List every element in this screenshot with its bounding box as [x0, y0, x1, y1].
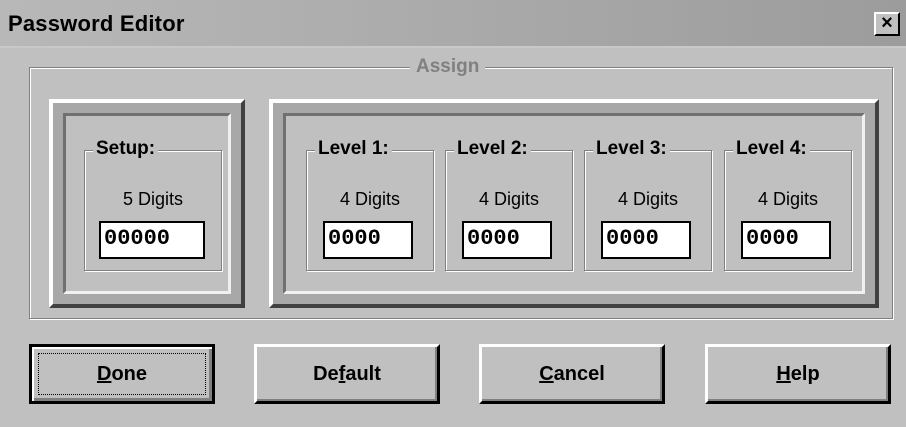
assign-group-label: Assign: [410, 56, 486, 78]
setup-frame: Setup: 5 Digits 00000: [49, 99, 245, 308]
level-4-group: Level 4: 4 Digits 0000: [724, 138, 852, 271]
default-label: Default: [313, 362, 381, 385]
setup-frame-inner: Setup: 5 Digits 00000: [63, 113, 231, 294]
level-2-group: Level 2: 4 Digits 0000: [445, 138, 573, 271]
level-1-digits-hint: 4 Digits: [339, 189, 401, 209]
window-title: Password Editor: [8, 11, 185, 36]
level-3-label: Level 3:: [593, 138, 670, 160]
cancel-label: Cancel: [539, 362, 605, 385]
done-button[interactable]: Done: [29, 344, 215, 404]
close-icon[interactable]: ×: [874, 12, 900, 36]
setup-password-input[interactable]: 00000: [99, 221, 205, 259]
level-3-digits-hint: 4 Digits: [617, 189, 679, 209]
level-4-digits-hint: 4 Digits: [757, 189, 819, 209]
level-1-group: Level 1: 4 Digits 0000: [306, 138, 434, 271]
level-3-password-input[interactable]: 0000: [601, 221, 691, 259]
level-2-password-input[interactable]: 0000: [462, 221, 552, 259]
cancel-button[interactable]: Cancel: [479, 344, 665, 404]
level-4-label: Level 4:: [733, 138, 810, 160]
levels-frame-inner: Level 1: 4 Digits 0000 Level 2: 4 Digits…: [283, 113, 865, 294]
levels-frame: Level 1: 4 Digits 0000 Level 2: 4 Digits…: [269, 99, 879, 308]
level-3-group: Level 3: 4 Digits 0000: [584, 138, 712, 271]
setup-label: Setup:: [93, 138, 159, 160]
level-2-digits-hint: 4 Digits: [478, 189, 540, 209]
level-4-password-input[interactable]: 0000: [741, 221, 831, 259]
level-1-password-input[interactable]: 0000: [323, 221, 413, 259]
level-2-label: Level 2:: [454, 138, 531, 160]
default-button[interactable]: Default: [254, 344, 440, 404]
setup-digits-hint: 5 Digits: [122, 189, 184, 209]
title-bar[interactable]: Password Editor ×: [0, 0, 906, 48]
setup-group: Setup: 5 Digits 00000: [84, 138, 222, 271]
help-button[interactable]: Help: [705, 344, 891, 404]
level-1-label: Level 1:: [315, 138, 392, 160]
help-label: Help: [776, 362, 820, 385]
focus-ring: [38, 353, 206, 395]
password-editor-window: Password Editor × Assign Setup: 5 Digits…: [0, 0, 906, 427]
